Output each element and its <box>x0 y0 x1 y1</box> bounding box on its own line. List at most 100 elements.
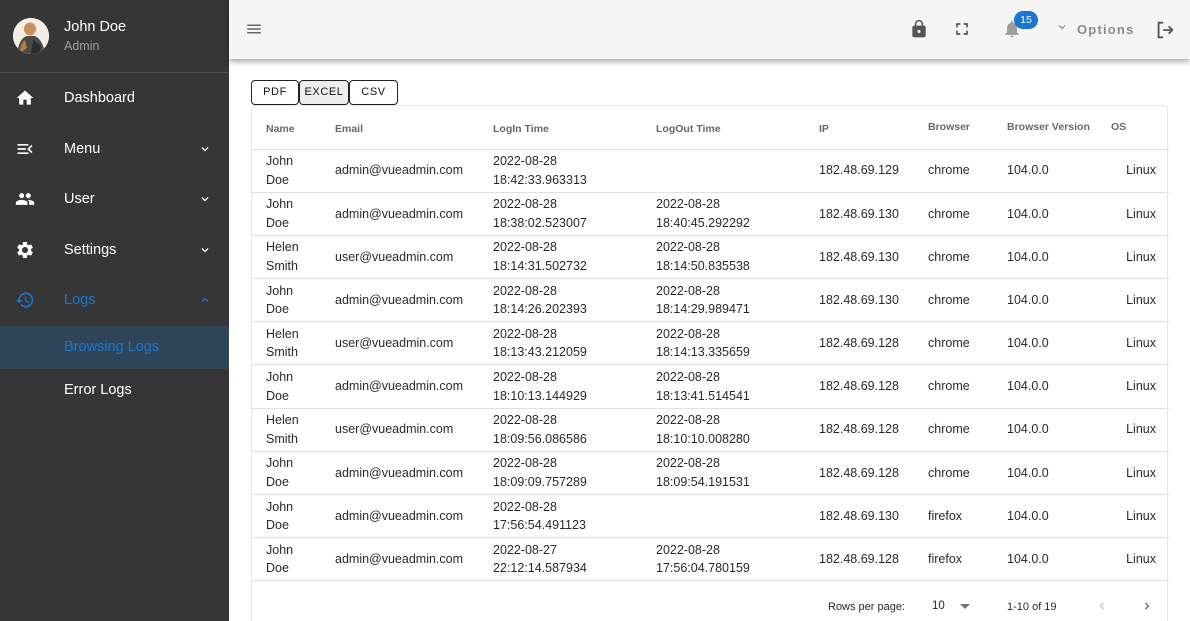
cell-email-text: admin@vueadmin.com <box>335 206 464 221</box>
cell-browser-version-text: 104.0.0 <box>1007 336 1049 351</box>
cell-login-time-text: 2022-08-28 <box>493 154 557 169</box>
options-menu-button[interactable]: Options <box>1055 19 1135 39</box>
table-row[interactable]: John Doe admin@vueadmin.com 2022-08-28 17:5… <box>252 494 1169 539</box>
sidebar-subitem-browsing-logs[interactable]: Browsing Logs <box>0 325 229 369</box>
column-header-login-time[interactable]: LogIn Time <box>493 106 656 150</box>
cell-logout-time-text: 2022-08-28 <box>656 413 720 428</box>
sidebar-item-label: Settings <box>64 241 117 258</box>
cell-email-text: admin@vueadmin.com <box>335 292 464 307</box>
column-header-logout-time[interactable]: LogOut Time <box>656 106 819 150</box>
cell-login-time: 2022-08-28 18:09:56.086586 <box>493 408 656 452</box>
cell-name-text: John Doe <box>266 456 294 489</box>
fullscreen-icon[interactable] <box>952 19 972 39</box>
pagination-range: 1-10 of 19 <box>1007 601 1057 613</box>
user-role: Admin <box>64 38 100 53</box>
cell-name: John Doe <box>252 364 335 409</box>
table-row[interactable]: Helen Smith user@vueadmin.com 2022-08-28 18… <box>252 235 1169 280</box>
sidebar-item-settings[interactable]: Settings <box>0 225 229 276</box>
lock-icon[interactable] <box>909 19 929 39</box>
avatar[interactable] <box>13 18 49 54</box>
table-row[interactable]: John Doe admin@vueadmin.com 2022-08-28 18:3… <box>252 192 1169 236</box>
sidebar-subitem-error-logs[interactable]: Error Logs <box>0 369 229 412</box>
table-row[interactable]: John Doe admin@vueadmin.com 2022-08-28 18:1… <box>252 364 1169 409</box>
cell-login-time-text: 2022-08-28 <box>493 370 557 385</box>
cell-logout-time-text: 2022-08-28 <box>656 283 720 298</box>
cell-logout-time-text: 18:14:13.335659 <box>656 345 750 360</box>
cell-email-text: admin@vueadmin.com <box>335 379 464 394</box>
cell-os: Linux <box>1111 537 1169 582</box>
cell-login-time-text: 2022-08-28 <box>493 283 557 298</box>
cell-login-time-text: 22:12:14.587934 <box>493 561 587 576</box>
cell-email: admin@vueadmin.com <box>335 451 493 496</box>
table-row[interactable]: John Doe admin@vueadmin.com 2022-08-28 18:4… <box>252 149 1169 193</box>
sidebar-item-menu[interactable]: Menu <box>0 124 229 175</box>
cell-browser-text: chrome <box>928 336 970 351</box>
cell-logout-time: 2022-08-28 18:40:45.292292 <box>656 192 819 236</box>
column-header-ip[interactable]: IP <box>819 106 928 150</box>
cell-email: admin@vueadmin.com <box>335 278 493 323</box>
cell-browser-text: chrome <box>928 465 970 480</box>
users-icon <box>15 189 35 209</box>
cell-ip: 182.48.69.128 <box>819 364 928 409</box>
next-page-button[interactable] <box>1140 599 1154 613</box>
cell-os: Linux <box>1111 451 1169 496</box>
cell-login-time-text: 2022-08-28 <box>493 240 557 255</box>
cell-browser-version-text: 104.0.0 <box>1007 249 1049 264</box>
cell-browser: chrome <box>928 149 1007 193</box>
hamburger-menu-icon[interactable] <box>245 20 263 38</box>
cell-ip-text: 182.48.69.130 <box>819 249 899 264</box>
sidebar-item-label: Dashboard <box>64 90 135 107</box>
cell-name-text: John Doe <box>266 197 294 230</box>
table-row[interactable]: John Doe admin@vueadmin.com 2022-08-28 18:0… <box>252 451 1169 496</box>
cell-ip-text: 182.48.69.130 <box>819 292 899 307</box>
options-label: Options <box>1077 21 1135 37</box>
previous-page-button[interactable] <box>1095 599 1109 613</box>
column-header-os[interactable]: OS <box>1111 106 1169 150</box>
cell-email: admin@vueadmin.com <box>335 149 493 193</box>
cell-browser: chrome <box>928 235 1007 280</box>
sidebar-item-user[interactable]: User <box>0 174 229 225</box>
cell-logout-time-text: 18:14:50.835538 <box>656 258 750 273</box>
export-pdf-button[interactable]: PDF <box>251 80 299 105</box>
column-header-browser-version[interactable]: Browser Version <box>1007 106 1111 150</box>
cell-email-text: admin@vueadmin.com <box>335 465 464 480</box>
home-icon <box>15 88 35 108</box>
sidebar-item-logs[interactable]: Logs <box>0 275 229 326</box>
cell-browser-version-text: 104.0.0 <box>1007 163 1049 178</box>
cell-ip: 182.48.69.128 <box>819 451 928 496</box>
cell-browser-version-text: 104.0.0 <box>1007 508 1049 523</box>
export-excel-button[interactable]: EXCEL <box>299 80 349 105</box>
cell-login-time-text: 2022-08-28 <box>493 499 557 514</box>
table-row[interactable]: Helen Smith user@vueadmin.com 2022-08-28 18… <box>252 321 1169 366</box>
logout-icon[interactable] <box>1154 19 1174 39</box>
cell-name-text: John Doe <box>266 370 294 403</box>
cell-browser-text: chrome <box>928 379 970 394</box>
cell-login-time: 2022-08-28 18:13:43.212059 <box>493 321 656 366</box>
cell-browser: firefox <box>928 537 1007 582</box>
cell-browser-version-text: 104.0.0 <box>1007 206 1049 221</box>
cell-browser: chrome <box>928 278 1007 323</box>
cell-browser-text: chrome <box>928 422 970 437</box>
chevron-down-icon <box>198 243 212 257</box>
cell-email: admin@vueadmin.com <box>335 364 493 409</box>
cell-login-time: 2022-08-28 17:56:54.491123 <box>493 494 656 539</box>
sidebar-item-label: User <box>64 191 95 208</box>
cell-login-time-text: 2022-08-28 <box>493 326 557 341</box>
cell-name-text: Helen Smith <box>266 240 299 273</box>
rows-per-page-select[interactable]: 10 <box>932 600 970 612</box>
cell-ip: 182.48.69.130 <box>819 235 928 280</box>
cell-login-time: 2022-08-28 18:42:33.963313 <box>493 149 656 193</box>
cell-logout-time-text: 18:13:41.514541 <box>656 388 750 403</box>
column-header-name[interactable]: Name <box>252 106 335 150</box>
cell-ip: 182.48.69.130 <box>819 494 928 539</box>
table-row[interactable]: John Doe admin@vueadmin.com 2022-08-27 22:1… <box>252 537 1169 582</box>
table-row[interactable]: Helen Smith user@vueadmin.com 2022-08-28 18… <box>252 408 1169 452</box>
cell-name-text: John Doe <box>266 283 294 317</box>
cell-browser-version: 104.0.0 <box>1007 192 1111 236</box>
column-header-browser[interactable]: Browser <box>928 106 1007 150</box>
sidebar-item-dashboard[interactable]: Dashboard <box>0 73 229 124</box>
cell-name: John Doe <box>252 537 335 582</box>
export-csv-button[interactable]: CSV <box>349 80 398 105</box>
table-row[interactable]: John Doe admin@vueadmin.com 2022-08-28 18:1… <box>252 278 1169 323</box>
column-header-email[interactable]: Email <box>335 106 493 150</box>
